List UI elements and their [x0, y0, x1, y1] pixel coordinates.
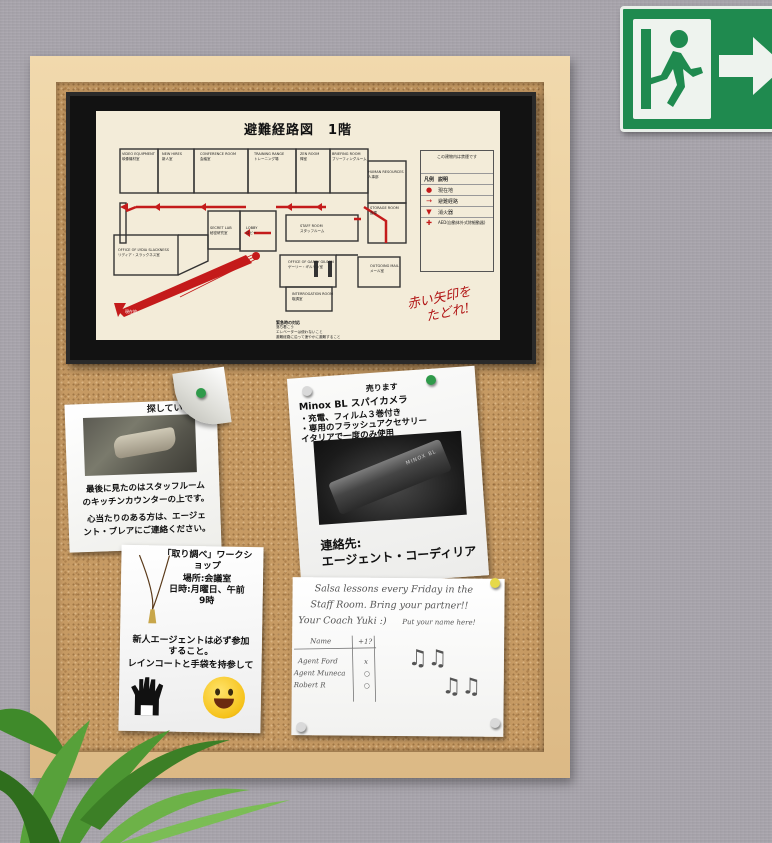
- room-label: メール室: [370, 269, 384, 273]
- potted-plant: [0, 708, 290, 843]
- room-label: NEW HIRES: [162, 152, 182, 156]
- arrow-right-icon: [719, 37, 772, 95]
- room-label: ロビー: [246, 231, 257, 235]
- room-label: ゲーリー・ギルソン室: [288, 265, 323, 269]
- room-label: ZEN ROOM: [300, 152, 320, 156]
- room-label: OFFICE OF LYDIA SLACKNESS: [118, 248, 169, 252]
- camera-icon: MINOX BL: [327, 438, 452, 516]
- legend-item: ● 現在地: [421, 184, 493, 195]
- no-smoking-text: この建物内は禁煙です: [437, 154, 477, 159]
- spy-camera-photo: MINOX BL: [313, 430, 467, 525]
- for-sale-note[interactable]: 売ります Minox BL スパイカメラ ・充電、フィルム３巻付き ・専用のフラ…: [286, 365, 490, 589]
- room-label: 禅室: [300, 157, 307, 161]
- room-label: 会議室: [200, 157, 211, 161]
- salsa-lessons-note[interactable]: Salsa lessons every Friday in the Staff …: [291, 577, 505, 737]
- room-label: 新人室: [162, 157, 173, 161]
- room-label: INTERROGATION ROOM: [292, 292, 334, 296]
- room-label: STORAGE ROOM: [370, 206, 399, 210]
- pushpin-icon: [196, 388, 206, 398]
- room-label: トレーニング場: [254, 157, 279, 161]
- emergency-instructions: 緊急時の対応 落ち着こう エレベーターは使わないこと 避難経路に沿って速やかに避…: [276, 320, 341, 339]
- current-location-icon: ●: [425, 186, 433, 194]
- room-label: 映像機材室: [122, 157, 140, 161]
- map-legend: この建物内は禁煙です 凡例 説明 ● 現在地 → 避難経路 ▼ 消火器 ✚ AE…: [420, 150, 494, 272]
- room-label: 取調室: [292, 297, 303, 301]
- lost-item-photo: [82, 414, 197, 477]
- evac-route-arrow-icon: →: [426, 197, 432, 205]
- room-label: LOBBY: [246, 226, 258, 230]
- music-notes-icon: ♫♫: [441, 674, 482, 700]
- room-label: スタッフルーム: [300, 229, 325, 233]
- room-label: 秘密研究室: [210, 231, 228, 235]
- legend-item: → 避難経路: [421, 195, 493, 206]
- fire-extinguisher-icon: ▼: [426, 208, 432, 216]
- room-label: 倉庫: [370, 211, 377, 215]
- exit-sign: [620, 6, 772, 132]
- room-label: STAFF ROOM: [300, 224, 323, 228]
- legend-item: ✚ AED(自動体外式除細動器): [421, 217, 493, 228]
- room-label: HUMAN RESOURCES: [368, 170, 404, 174]
- lost-item-note[interactable]: 探しています! 最後に見たのはスタッフルーム のキッチンカウンターの上です。 心…: [64, 399, 222, 553]
- room-label: SECRET LAB: [210, 226, 232, 230]
- legend-item: ▼ 消火器: [421, 206, 493, 217]
- room-label: BRIEFING ROOM: [332, 152, 361, 156]
- room-label: 人事部: [368, 175, 379, 179]
- pushpin-icon: [490, 578, 500, 588]
- room-label: TRAINING RANGE: [254, 152, 285, 156]
- music-notes-icon: ♫♫: [407, 646, 448, 672]
- room-label: OUTGOING MAIL: [370, 264, 399, 268]
- room-label: CONFERENCE ROOM: [200, 152, 237, 156]
- start-location-label: 現在地: [125, 309, 137, 314]
- aed-icon: ✚: [426, 219, 432, 227]
- pushpin-icon: [490, 718, 500, 728]
- room-label: OFFICE OF GARRY GILSON: [288, 260, 334, 264]
- pushpin-icon: [426, 375, 436, 385]
- running-man-icon: [633, 19, 711, 119]
- room-label: ブリーフィングルーム: [332, 157, 367, 161]
- room-label: リディア・スラックネス室: [118, 253, 160, 257]
- pushpin-icon: [302, 386, 312, 396]
- room-label: VIDEO EQUIPMENT: [122, 152, 155, 156]
